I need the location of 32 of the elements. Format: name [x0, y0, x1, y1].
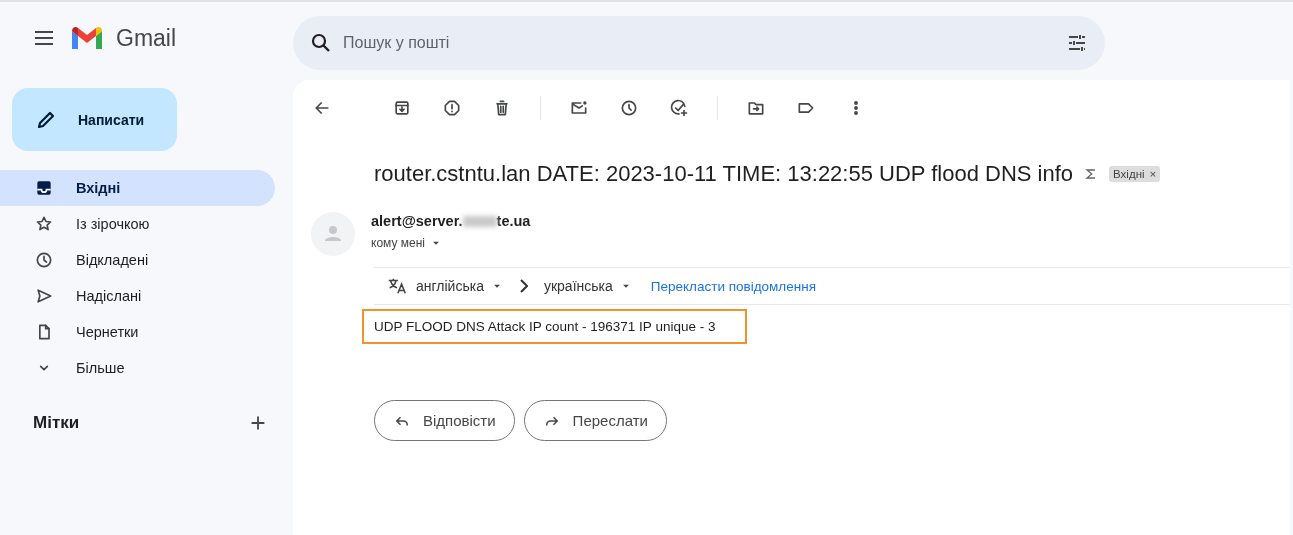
- remove-label-button[interactable]: ×: [1149, 168, 1157, 180]
- sidebar-item[interactable]: Більше: [0, 350, 275, 386]
- add-task-icon[interactable]: [669, 98, 689, 118]
- email-subject: router.cstntu.lan DATE: 2023-10-11 TIME: 13:22:55 UDP flood DNS info: [374, 161, 1074, 187]
- target-language-dropdown[interactable]: українська: [543, 278, 633, 294]
- source-language-dropdown[interactable]: англійська: [416, 278, 504, 294]
- sidebar-item[interactable]: Відкладені: [0, 242, 275, 278]
- compose-button[interactable]: Написати: [12, 88, 177, 151]
- message-body: UDP FLOOD DNS Attack IP count - 196371 IP unique - 3: [362, 309, 748, 344]
- recipient-text: кому мені: [371, 236, 425, 250]
- clock-icon: [34, 250, 54, 270]
- send-icon: [34, 286, 54, 306]
- sender-address: alert@server. te.ua: [371, 213, 531, 229]
- report-spam-icon[interactable]: [442, 98, 462, 118]
- search-input[interactable]: Пошук у пошті: [341, 33, 1057, 53]
- gmail-logo-icon: [70, 25, 104, 51]
- avatar-icon: [311, 212, 355, 256]
- inbox-icon: [34, 178, 54, 198]
- label-chip: Вхідні ×: [1109, 166, 1161, 182]
- chevron-right-icon: [519, 279, 528, 293]
- sidebar-item[interactable]: Із зірочкою: [0, 206, 275, 242]
- sidebar-item[interactable]: Надіслані: [0, 278, 275, 314]
- reply-button[interactable]: Відповісти: [374, 400, 515, 441]
- search-field[interactable]: Пошук у пошті: [293, 16, 1105, 70]
- labels-heading: Мітки: [33, 413, 80, 433]
- translate-message-link[interactable]: Перекласти повідомлення: [650, 278, 816, 294]
- archive-icon[interactable]: [392, 98, 412, 118]
- snooze-icon[interactable]: [619, 98, 639, 118]
- sidebar-item[interactable]: Вхідні: [0, 170, 275, 206]
- sidebar-item[interactable]: Чернетки: [0, 314, 275, 350]
- forward-button[interactable]: Переслати: [523, 400, 667, 441]
- app-name: Gmail: [116, 24, 177, 52]
